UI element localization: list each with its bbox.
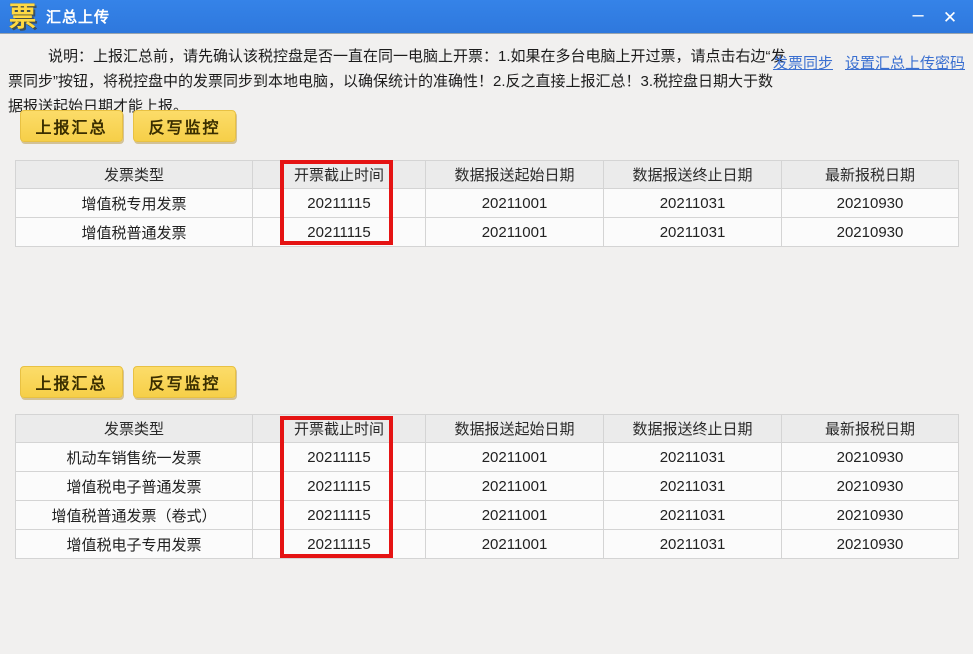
- table-cell: 增值税普通发票（卷式）: [15, 500, 253, 530]
- column-header: 开票截止时间: [252, 160, 426, 189]
- table-cell: 20211031: [603, 500, 782, 530]
- set-upload-password-link[interactable]: 设置汇总上传密码: [845, 52, 965, 73]
- button-row-2: 上报汇总 反写监控: [20, 366, 236, 398]
- table-cell: 增值税电子专用发票: [15, 529, 253, 559]
- table-row: 机动车销售统一发票 20211115 20211001 20211031 2021093…: [15, 442, 959, 472]
- link-group: 发票同步 设置汇总上传密码: [773, 52, 965, 73]
- table-cell: 20211001: [425, 188, 604, 218]
- table-cell: 20211031: [603, 529, 782, 559]
- app-ticket-icon: 票: [9, 1, 36, 32]
- summary-upload-window: 票 汇总上传 – ✕ 说明：上报汇总前，请先确认该税控盘是否一直在同一电脑上开票…: [0, 0, 973, 654]
- column-header: 数据报送起始日期: [425, 414, 604, 443]
- table-cell: 增值税电子普通发票: [15, 471, 253, 501]
- table-cell: 20211115: [252, 529, 426, 559]
- minimize-icon[interactable]: –: [905, 4, 931, 30]
- table-cell: 20211031: [603, 442, 782, 472]
- column-header: 发票类型: [15, 414, 253, 443]
- column-header: 开票截止时间: [252, 414, 426, 443]
- table-cell: 20211115: [252, 217, 426, 247]
- close-icon[interactable]: ✕: [937, 4, 963, 30]
- window-title: 汇总上传: [46, 9, 111, 26]
- writeback-monitor-button[interactable]: 反写监控: [133, 366, 236, 398]
- table-row: 增值税专用发票 20211115 20211001 20211031 20210930: [15, 188, 959, 218]
- title-bar: 票 汇总上传 – ✕: [0, 0, 973, 34]
- table-cell: 20210930: [781, 471, 959, 501]
- column-header: 数据报送终止日期: [603, 414, 782, 443]
- table-cell: 20211115: [252, 500, 426, 530]
- column-header: 数据报送起始日期: [425, 160, 604, 189]
- header-row: 发票类型 开票截止时间 数据报送起始日期 数据报送终止日期 最新报税日期: [15, 414, 959, 443]
- table-cell: 20210930: [781, 529, 959, 559]
- invoice-table-1: 发票类型 开票截止时间 数据报送起始日期 数据报送终止日期 最新报税日期 增值税专用发票 2…: [15, 160, 959, 247]
- instruction-note: 说明：上报汇总前，请先确认该税控盘是否一直在同一电脑上开票：1.如果在多台电脑上…: [8, 48, 786, 115]
- invoice-sync-link[interactable]: 发票同步: [773, 52, 833, 73]
- report-summary-button[interactable]: 上报汇总: [20, 366, 123, 398]
- table-cell: 20210930: [781, 500, 959, 530]
- window-controls: – ✕: [905, 0, 963, 34]
- header-row: 发票类型 开票截止时间 数据报送起始日期 数据报送终止日期 最新报税日期: [15, 160, 959, 189]
- column-header: 最新报税日期: [781, 414, 959, 443]
- table-cell: 20210930: [781, 188, 959, 218]
- table-cell: 增值税专用发票: [15, 188, 253, 218]
- table-row: 增值税电子普通发票 20211115 20211001 20211031 2021093…: [15, 471, 959, 501]
- column-header: 数据报送终止日期: [603, 160, 782, 189]
- report-summary-button[interactable]: 上报汇总: [20, 110, 123, 142]
- table-cell: 20211001: [425, 471, 604, 501]
- table-cell: 增值税普通发票: [15, 217, 253, 247]
- button-row-1: 上报汇总 反写监控: [20, 110, 236, 142]
- table-cell: 20211031: [603, 217, 782, 247]
- table-row: 增值税普通发票 20211115 20211001 20211031 20210930: [15, 217, 959, 247]
- invoice-table-2: 发票类型 开票截止时间 数据报送起始日期 数据报送终止日期 最新报税日期 机动车销售统一发…: [15, 414, 959, 559]
- table-cell: 20211115: [252, 471, 426, 501]
- column-header: 最新报税日期: [781, 160, 959, 189]
- table-cell: 20211031: [603, 188, 782, 218]
- table-cell: 20211115: [252, 442, 426, 472]
- table-cell: 机动车销售统一发票: [15, 442, 253, 472]
- table-cell: 20211001: [425, 500, 604, 530]
- table-cell: 20211001: [425, 217, 604, 247]
- table-row: 增值税普通发票（卷式） 20211115 20211001 20211031 20210…: [15, 500, 959, 530]
- writeback-monitor-button[interactable]: 反写监控: [133, 110, 236, 142]
- table-cell: 20210930: [781, 442, 959, 472]
- table-row: 增值税电子专用发票 20211115 20211001 20211031 2021093…: [15, 529, 959, 559]
- table-cell: 20211001: [425, 442, 604, 472]
- table-cell: 20211115: [252, 188, 426, 218]
- table-cell: 20211001: [425, 529, 604, 559]
- table-cell: 20211031: [603, 471, 782, 501]
- column-header: 发票类型: [15, 160, 253, 189]
- table-cell: 20210930: [781, 217, 959, 247]
